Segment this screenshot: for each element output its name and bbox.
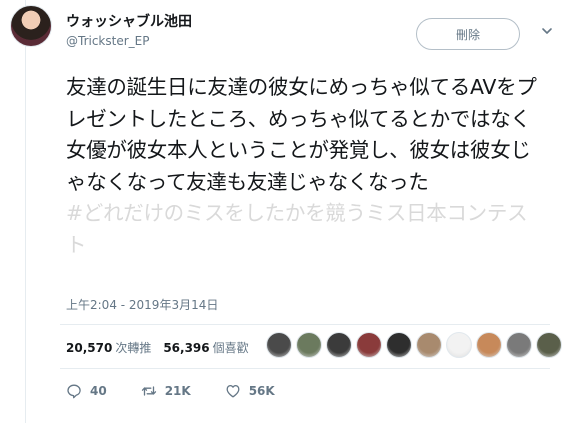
tweet-timestamp[interactable]: 上午2:04 - 2019年3月14日 (66, 296, 218, 313)
stats-top-divider (60, 324, 550, 325)
liker-avatar-7[interactable] (446, 332, 472, 358)
user-handle[interactable]: @Trickster_EP (66, 34, 149, 48)
reply-button[interactable]: 40 (66, 383, 107, 399)
heart-icon (226, 384, 240, 398)
liker-avatar-9[interactable] (506, 332, 532, 358)
display-name[interactable]: ウォッシャブル池田 (66, 11, 192, 31)
likes-label[interactable]: 個喜歡 (213, 341, 249, 355)
chevron-down-icon[interactable] (540, 24, 554, 38)
liker-avatar-1[interactable] (266, 332, 292, 358)
retweets-label[interactable]: 次轉推 (115, 341, 151, 355)
retweet-icon (141, 386, 156, 396)
like-count: 56K (248, 384, 275, 398)
retweet-button[interactable]: 21K (141, 383, 191, 399)
liker-avatar-4[interactable] (356, 332, 382, 358)
liker-avatar-3[interactable] (326, 332, 352, 358)
tweet-actions: 40 21K 56K (66, 383, 309, 399)
liker-avatar-6[interactable] (416, 332, 442, 358)
stats-bottom-divider (60, 368, 550, 369)
liker-avatar-8[interactable] (476, 332, 502, 358)
delete-button[interactable]: 刪除 (416, 18, 520, 50)
retweets-count[interactable]: 20,570 (66, 341, 112, 355)
tweet-text: 友達の誕生日に友達の彼女にめっちゃ似てるAVをプレゼントしたところ、めっちゃ似て… (66, 72, 538, 261)
liker-avatars (266, 332, 562, 358)
like-button[interactable]: 56K (225, 383, 275, 399)
timeline-left-border (25, 0, 26, 423)
avatar[interactable] (10, 5, 52, 47)
likes-count[interactable]: 56,396 (163, 341, 209, 355)
engagement-stats: 20,570 次轉推 56,396 個喜歡 (66, 339, 249, 356)
tweet-detail: ウォッシャブル池田 @Trickster_EP 刪除 友達の誕生日に友達の彼女に… (10, 0, 562, 423)
liker-avatar-10[interactable] (536, 332, 562, 358)
liker-avatar-2[interactable] (296, 332, 322, 358)
retweet-count: 21K (164, 384, 191, 398)
tweet-body: 友達の誕生日に友達の彼女にめっちゃ似てるAVをプレゼントしたところ、めっちゃ似て… (66, 75, 537, 194)
hashtag-link[interactable]: #どれだけのミスをしたかを競うミス日本コンテスト (66, 201, 528, 257)
reply-icon (67, 384, 81, 399)
reply-count: 40 (90, 384, 107, 398)
liker-avatar-5[interactable] (386, 332, 412, 358)
